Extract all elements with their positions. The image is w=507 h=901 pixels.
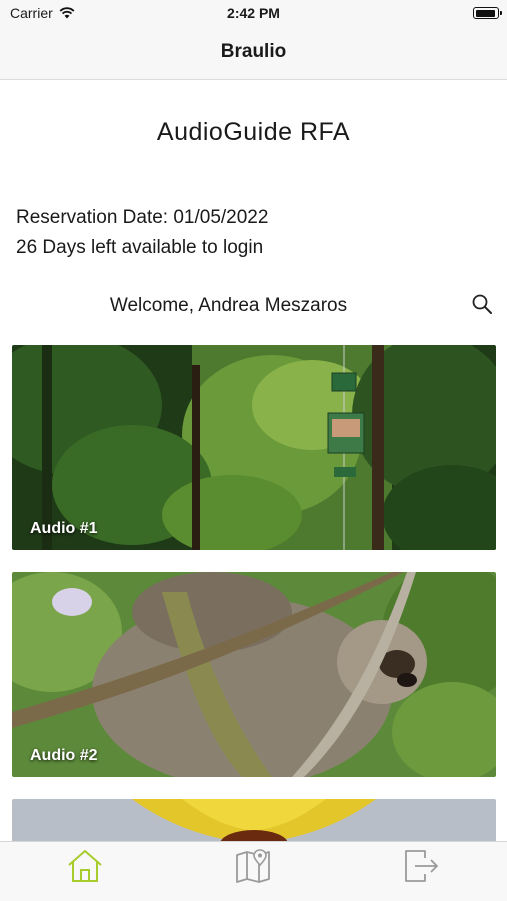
welcome-message: Welcome, Andrea Meszaros [109, 295, 348, 316]
logout-icon [405, 850, 438, 882]
audio-card-1[interactable]: Audio #1 [12, 345, 496, 550]
audio-card-2-label: Audio #2 [30, 747, 98, 764]
status-bar: Carrier 2:42 PM [0, 0, 507, 28]
reservation-date: Reservation Date: 01/05/2022 [16, 207, 269, 228]
flower-image [12, 799, 496, 844]
audio-card-1-label: Audio #1 [30, 520, 98, 537]
audio-card-2[interactable]: Audio #2 [12, 572, 496, 777]
audio-card-3[interactable] [12, 799, 496, 844]
tab-logout[interactable] [401, 846, 441, 886]
map-icon [236, 849, 270, 883]
nav-title: Braulio [220, 41, 287, 62]
tab-home[interactable] [65, 846, 105, 886]
days-left: 26 Days left available to login [16, 237, 264, 258]
status-time: 2:42 PM [227, 5, 280, 21]
tab-bar [0, 841, 507, 901]
navigation-bar: Braulio [0, 28, 507, 80]
home-icon [68, 850, 102, 882]
tab-map[interactable] [233, 846, 273, 886]
app-title: AudioGuide RFA [156, 118, 351, 146]
search-icon [472, 294, 492, 314]
battery-icon [473, 7, 502, 19]
search-button[interactable] [470, 292, 496, 318]
